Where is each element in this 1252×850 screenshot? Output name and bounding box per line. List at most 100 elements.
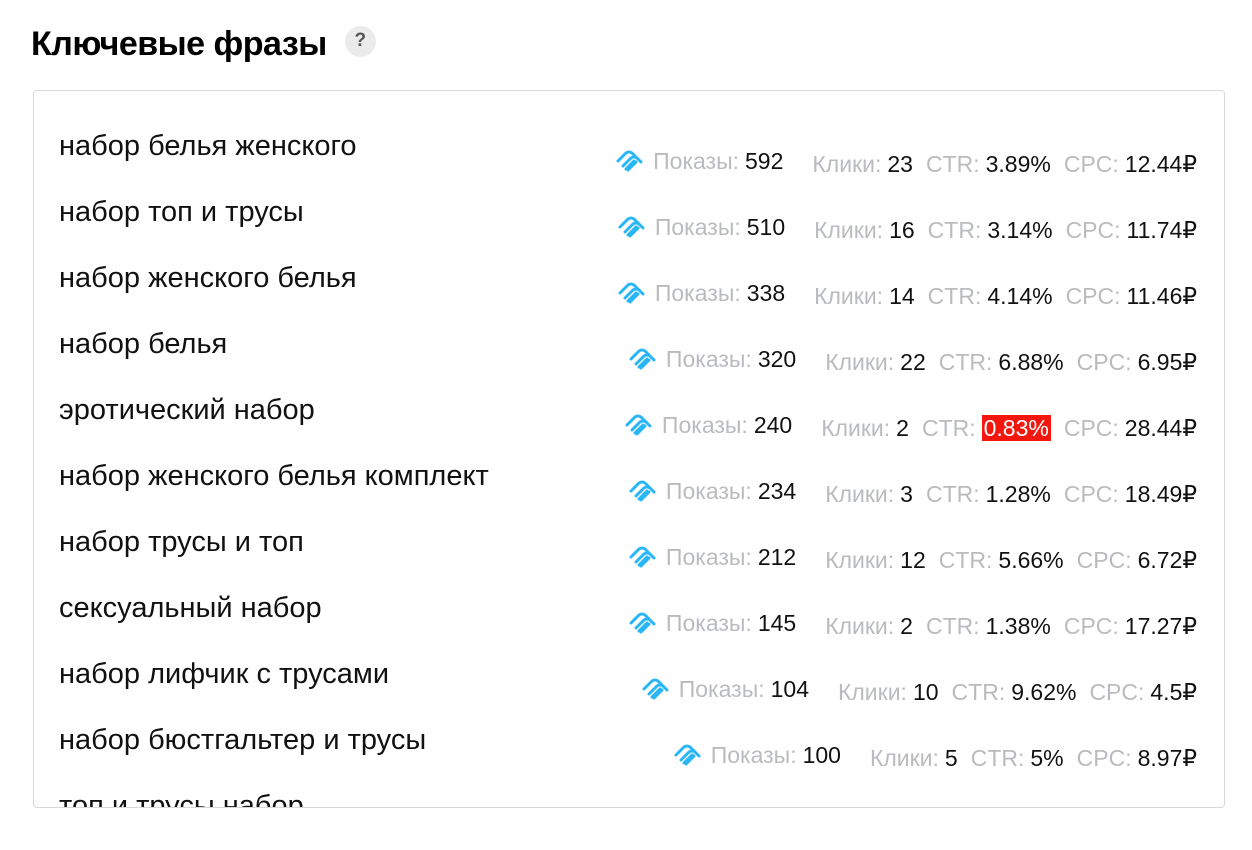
clicks-value: 22	[900, 349, 926, 375]
cpc-label: CPC:	[1076, 349, 1132, 375]
clicks-value: 14	[889, 283, 915, 309]
cpc-stat: CPC: 28.44₽	[1064, 413, 1197, 443]
shows-value: 510	[746, 214, 786, 240]
keyword-phrases-list[interactable]: набор белья женского Показы: 592 Клики: 2…	[33, 90, 1225, 808]
clicks-stat: Клики: 2	[821, 413, 909, 443]
keyword-row: набор лифчик с трусами Показы: 104 Клики…	[34, 654, 1202, 720]
keyword-phrase: набор белья	[59, 328, 228, 360]
ctr-value: 1.28%	[985, 481, 1051, 507]
shows-value: 338	[746, 280, 786, 306]
keyword-row: набор женского белья Показы: 338 Клики: 1…	[34, 258, 1202, 324]
keyword-row: набор трусы и топ Показы: 212 Клики: 12 C…	[34, 522, 1202, 588]
cpc-label: CPC:	[1063, 613, 1119, 639]
shows-stat: Показы: 592	[615, 146, 783, 176]
ctr-label: CTR:	[925, 481, 980, 507]
cpc-value: 11.46₽	[1126, 283, 1197, 309]
keyword-phrase: набор лифчик с трусами	[59, 658, 390, 690]
keyword-row: набор женского белья комплект Показы: 23…	[34, 456, 1202, 522]
section-title: Ключевые фразы	[31, 24, 327, 63]
shows-label: Показы:	[665, 346, 752, 372]
cpc-stat: CPC: 18.49₽	[1064, 479, 1197, 509]
keyword-stats: Показы: 100 Клики: 5 CTR: 5% CPC: 8.97₽	[673, 726, 1197, 773]
keyword-phrase: набор бюстгальтер и трусы	[59, 724, 427, 756]
wordstat-icon[interactable]	[673, 744, 705, 766]
cpc-stat: CPC: 6.95₽	[1077, 347, 1197, 377]
ctr-stat: CTR: 9.62%	[952, 677, 1077, 707]
shows-stat: Показы: 100	[673, 740, 841, 770]
ctr-label: CTR:	[921, 415, 976, 441]
shows-value: 98	[843, 806, 869, 807]
clicks-value: 23	[887, 151, 913, 177]
cpc-label: CPC:	[1063, 415, 1119, 441]
wordstat-icon[interactable]	[641, 678, 673, 700]
wordstat-icon[interactable]	[628, 612, 660, 634]
keyword-stats: Показы: 234 Клики: 3 CTR: 1.28% CPC: 18.49₽	[628, 462, 1197, 509]
shows-stat: Показы: 338	[617, 278, 785, 308]
wordstat-icon[interactable]	[615, 150, 647, 172]
help-icon[interactable]: ?	[344, 25, 376, 57]
section-header: Ключевые фразы ?	[31, 22, 376, 66]
wordstat-icon[interactable]	[624, 414, 656, 436]
keyword-phrase: набор топ и трусы	[59, 196, 304, 228]
keyword-stats: Показы: 338 Клики: 14 CTR: 4.14% CPC: 11.46…	[617, 264, 1197, 311]
ctr-label: CTR:	[970, 745, 1025, 771]
cpc-value: 18.49₽	[1124, 481, 1197, 507]
clicks-value: 5	[944, 745, 958, 771]
wordstat-icon[interactable]	[628, 546, 660, 568]
keyword-row: набор белья женского Показы: 592 Клики: 2…	[34, 126, 1202, 192]
shows-value: 240	[753, 412, 793, 438]
ctr-value: 5%	[1030, 745, 1064, 771]
cpc-label: CPC:	[1076, 745, 1132, 771]
cpc-stat: CPC: 4.5₽	[1089, 677, 1197, 707]
keyword-phrase: сексуальный набор	[59, 592, 322, 624]
shows-value: 145	[757, 610, 797, 636]
keyword-stats: Показы: 212 Клики: 12 CTR: 5.66% CPC: 6.72₽	[628, 528, 1197, 575]
keyword-stats: Показы: 104 Клики: 10 CTR: 9.62% CPC: 4.5₽	[641, 660, 1197, 707]
cpc-stat: CPC: 11.74₽	[1066, 215, 1197, 245]
clicks-stat: Клики: 12	[825, 545, 926, 575]
cpc-stat: CPC: 11.46₽	[1066, 281, 1197, 311]
ctr-stat: CTR: 1.38%	[926, 611, 1051, 641]
shows-value: 320	[757, 346, 797, 372]
ctr-value: 3.89%	[985, 151, 1051, 177]
ctr-stat: CTR: 3.14%	[928, 215, 1053, 245]
clicks-label: Клики:	[837, 679, 907, 705]
keyword-row: эротический набор Показы: 240 Клики: 2 CT…	[34, 390, 1202, 456]
ctr-value: 0.83%	[981, 415, 1051, 441]
wordstat-icon[interactable]	[617, 216, 649, 238]
wordstat-icon[interactable]	[628, 480, 660, 502]
cpc-stat: CPC: 17.27₽	[1064, 611, 1197, 641]
ctr-label: CTR:	[927, 217, 982, 243]
ctr-label: CTR:	[925, 151, 980, 177]
ctr-label: CTR:	[927, 283, 982, 309]
shows-label: Показы:	[661, 412, 748, 438]
ctr-stat: CTR: 6.88%	[939, 347, 1064, 377]
shows-stat: Показы: 145	[628, 608, 796, 638]
shows-stat: Показы: 234	[628, 476, 796, 506]
clicks-stat: Клики: 3	[825, 479, 913, 509]
shows-label: Показы:	[678, 676, 765, 702]
shows-stat: Показы: 510	[617, 212, 785, 242]
cpc-label: CPC:	[1065, 217, 1121, 243]
shows-stat: Показы: 104	[641, 674, 809, 704]
shows-stat: Показы: 320	[628, 344, 796, 374]
cpc-label: CPC:	[1063, 481, 1119, 507]
shows-label: Показы:	[665, 610, 752, 636]
ctr-label: CTR:	[938, 547, 993, 573]
cpc-value: 6.72₽	[1137, 547, 1197, 573]
wordstat-icon[interactable]	[628, 348, 660, 370]
keyword-stats: Показы: 510 Клики: 16 CTR: 3.14% CPC: 11.74…	[617, 198, 1197, 245]
cpc-label: CPC:	[1089, 679, 1145, 705]
clicks-label: Клики:	[825, 547, 895, 573]
wordstat-icon[interactable]	[617, 282, 649, 304]
keyword-stats: Показы: 592 Клики: 23 CTR: 3.89% CPC: 12.44…	[615, 132, 1197, 179]
cpc-stat: CPC: 12.44₽	[1064, 149, 1197, 179]
keyword-row: топ и трусы набор Показы: 98 Клики:0 CTR…	[34, 786, 1202, 807]
shows-label: Показы:	[751, 806, 837, 807]
keyword-stats: Показы: 320 Клики: 22 CTR: 6.88% CPC: 6.95₽	[628, 330, 1197, 377]
cpc-label: CPC:	[1063, 151, 1119, 177]
cpc-value: 28.44₽	[1124, 415, 1197, 441]
shows-value: 592	[745, 148, 784, 174]
shows-label: Показы:	[653, 148, 740, 174]
clicks-value: 12	[900, 547, 926, 573]
